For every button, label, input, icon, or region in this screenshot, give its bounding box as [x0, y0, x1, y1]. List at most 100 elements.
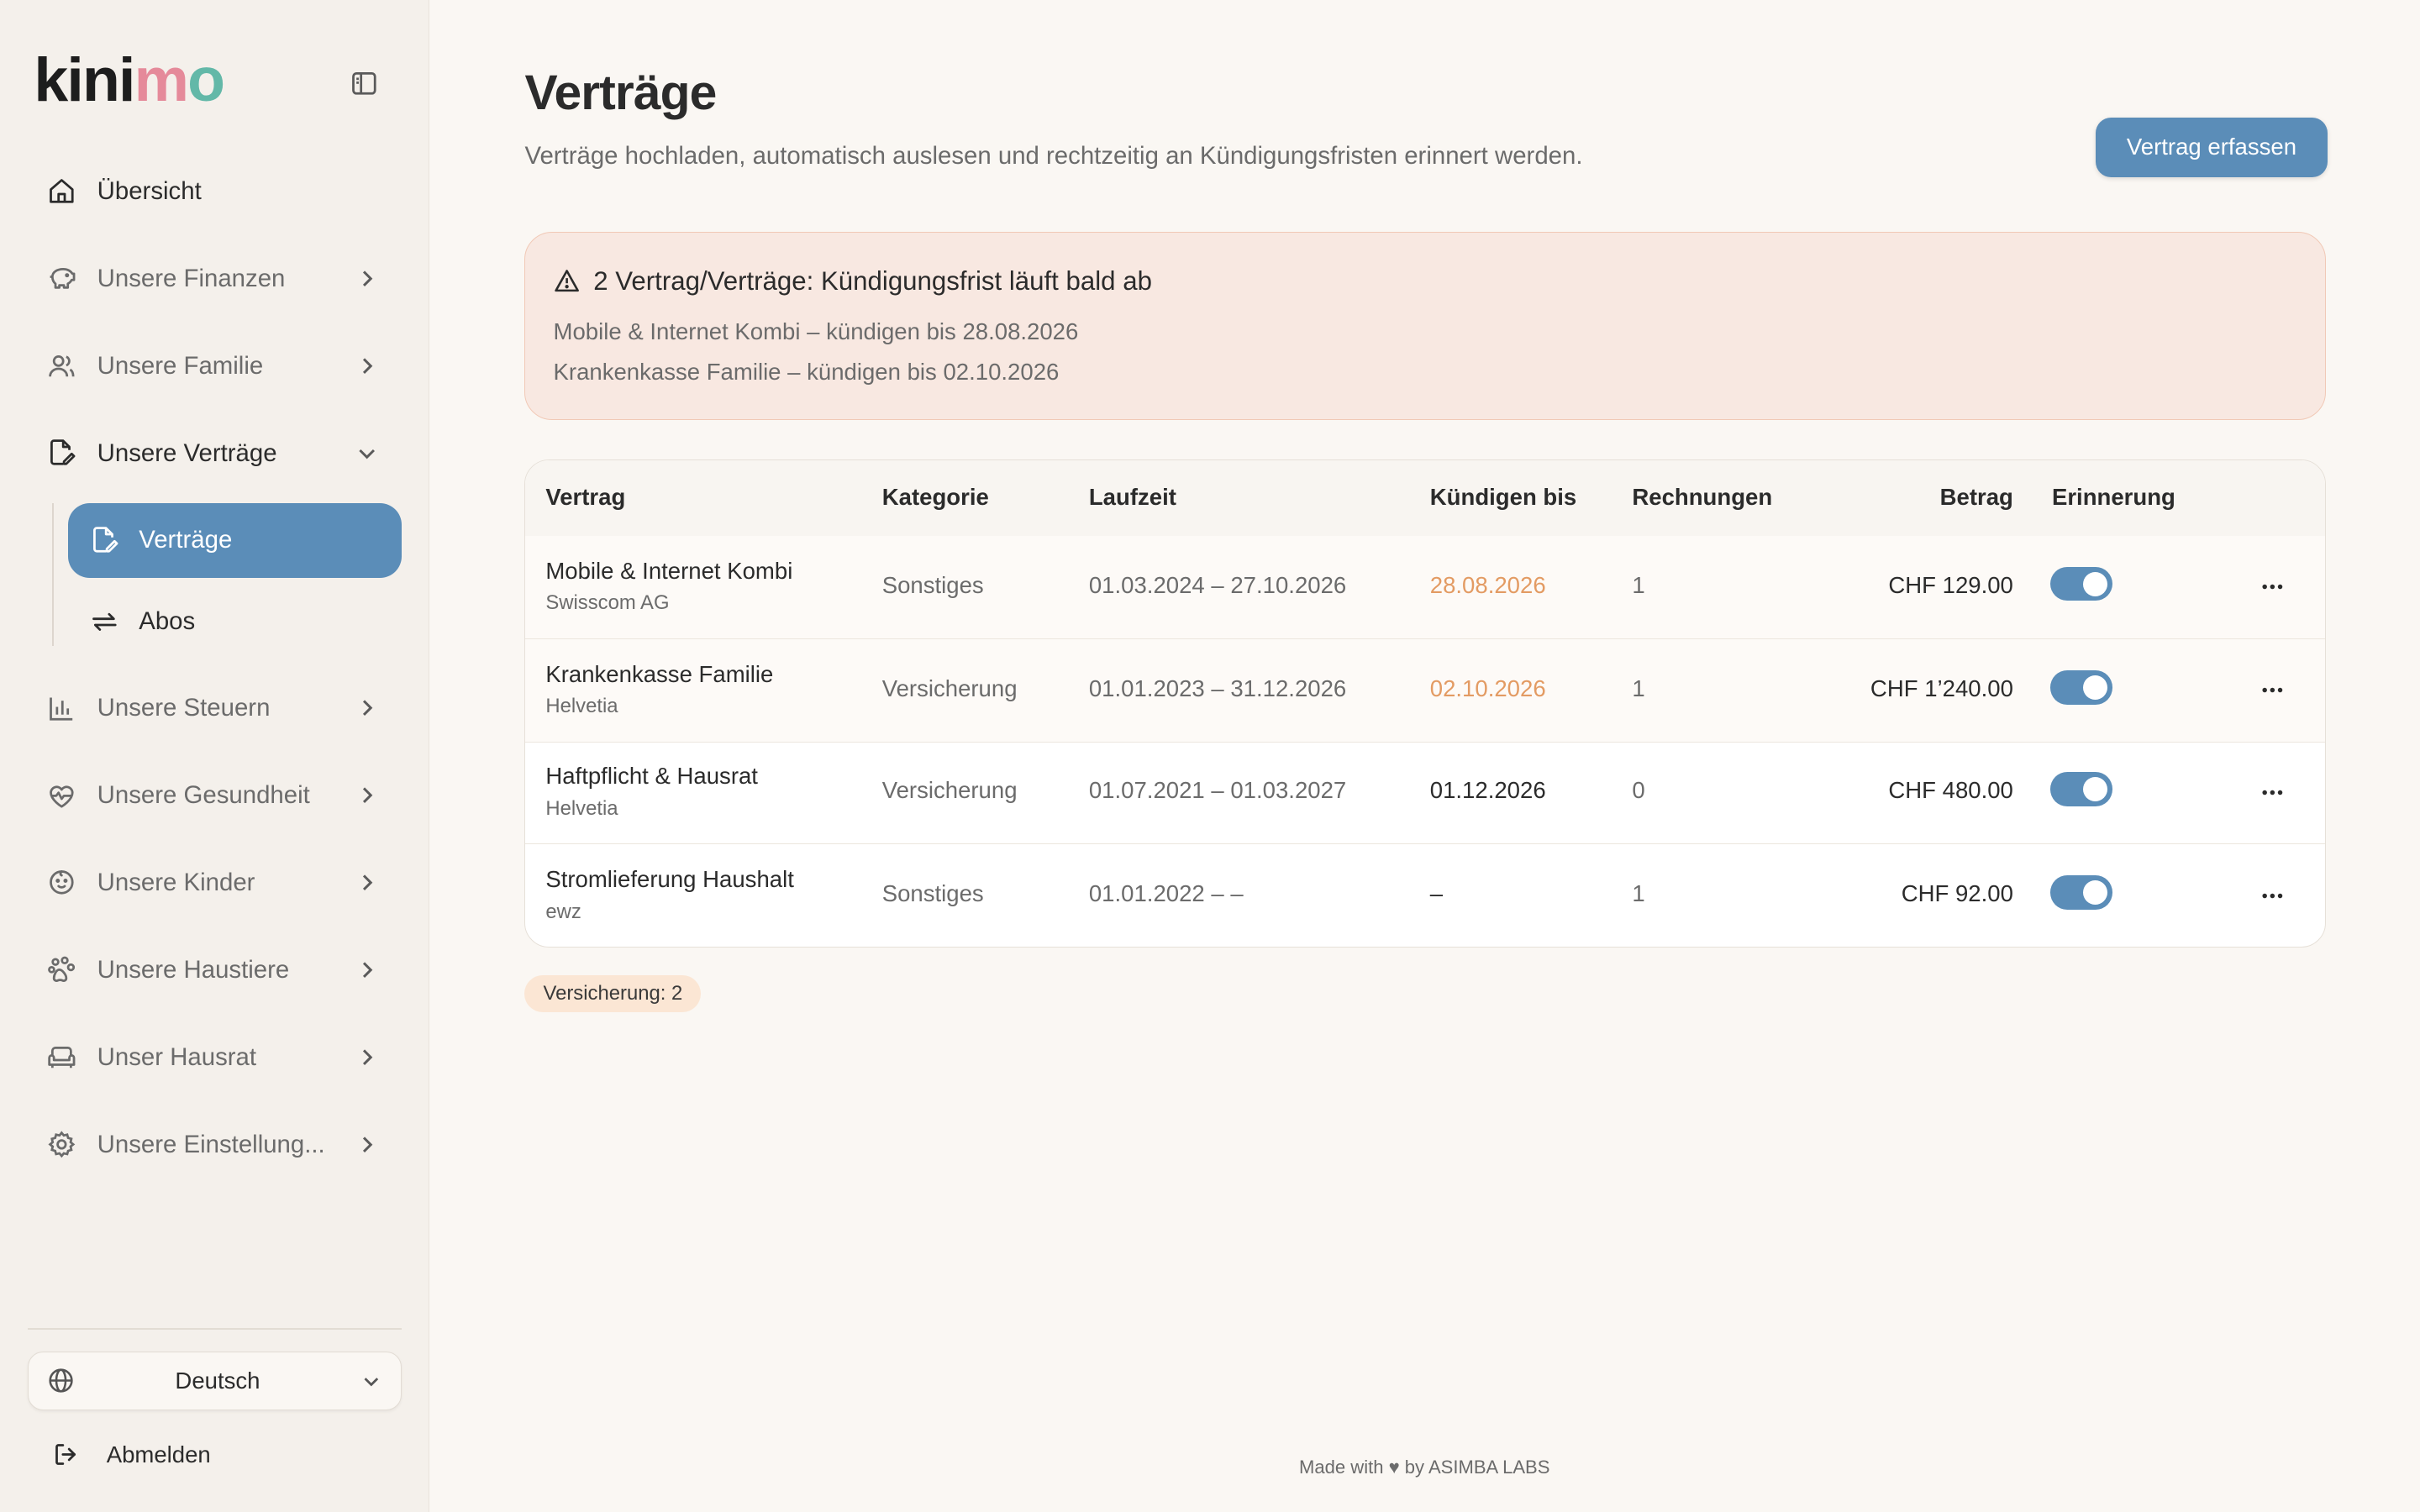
nav-item-vertraege[interactable]: Unsere Verträge: [28, 416, 401, 490]
contract-term: 01.07.2021 – 01.03.2027: [1088, 776, 1347, 803]
sub-item-vertraege[interactable]: Verträge: [67, 503, 402, 578]
chevron-right-icon: [355, 354, 379, 378]
category-filter-badge[interactable]: Versicherung: 2: [524, 974, 702, 1012]
contracts-table: Vertrag Kategorie Laufzeit Kündigen bis …: [524, 459, 2326, 948]
contract-name[interactable]: Krankenkasse Familie: [545, 661, 773, 688]
nav-label: Unsere Finanzen: [97, 264, 286, 292]
col-header-erinnerung[interactable]: Erinnerung: [2052, 484, 2175, 511]
table-row[interactable]: Mobile & Internet Kombi Swisscom AG Sons…: [525, 536, 2325, 639]
chevron-right-icon: [355, 958, 379, 982]
contract-invoices: 1: [1632, 571, 1645, 598]
more-options-icon[interactable]: [2257, 573, 2288, 601]
sidebar: kini m o Übersicht Unsere Finanzen Unsere …: [0, 0, 429, 1512]
nav-item-haustiere[interactable]: Unsere Haustiere: [28, 933, 401, 1007]
toggle-knob: [2082, 776, 2108, 802]
piggy-bank-icon: [46, 263, 77, 294]
contract-invoices: 1: [1632, 675, 1645, 701]
reminder-toggle[interactable]: [2050, 772, 2112, 806]
page-title: Verträge: [524, 66, 717, 121]
chevron-down-icon: [360, 1370, 382, 1392]
table-header: Vertrag Kategorie Laufzeit Kündigen bis …: [525, 460, 2325, 538]
nav-item-familie[interactable]: Unsere Familie: [28, 329, 401, 403]
nav-label: Unsere Steuern: [97, 693, 271, 722]
bar-chart-icon: [46, 693, 77, 724]
contract-provider: Swisscom AG: [545, 591, 670, 615]
logout-button[interactable]: Abmelden: [52, 1438, 211, 1472]
toggle-knob: [2082, 571, 2108, 596]
nav-label: Übersicht: [97, 176, 202, 205]
nav-item-steuern[interactable]: Unsere Steuern: [28, 671, 401, 745]
table-row[interactable]: Haftpflicht & Hausrat Helvetia Versicher…: [525, 742, 2325, 844]
col-header-betrag[interactable]: Betrag: [1940, 484, 2013, 511]
sidebar-toggle-icon[interactable]: [349, 68, 380, 99]
warning-icon: [554, 268, 580, 294]
nav-item-gesundheit[interactable]: Unsere Gesundheit: [28, 759, 401, 832]
contract-name[interactable]: Haftpflicht & Hausrat: [545, 763, 758, 790]
contract-term: 01.01.2022 – –: [1088, 879, 1244, 906]
contract-term: 01.01.2023 – 31.12.2026: [1088, 675, 1347, 701]
logo-text: kini: [34, 45, 135, 115]
chevron-right-icon: [355, 1045, 379, 1069]
more-options-icon[interactable]: [2257, 779, 2288, 806]
file-edit-icon: [89, 525, 120, 556]
logout-icon: [52, 1441, 80, 1468]
table-row[interactable]: Stromlieferung Haushalt ewz Sonstiges 01…: [525, 845, 2324, 947]
paw-icon: [46, 954, 77, 985]
sub-item-label: Abos: [139, 607, 196, 636]
chevron-right-icon: [355, 870, 379, 895]
contract-name[interactable]: Mobile & Internet Kombi: [545, 558, 792, 585]
reminder-toggle[interactable]: [2050, 670, 2112, 705]
page-subtitle: Verträge hochladen, automatisch auslesen…: [524, 141, 1583, 170]
more-options-icon[interactable]: [2257, 882, 2288, 910]
sofa-icon: [46, 1042, 77, 1073]
contract-amount: CHF 1’240.00: [1870, 675, 2013, 701]
main-nav: Übersicht Unsere Finanzen Unsere Familie…: [28, 155, 402, 1195]
repeat-icon: [89, 606, 120, 638]
home-icon: [46, 176, 77, 207]
more-options-icon[interactable]: [2257, 676, 2288, 704]
deadline-alert: 2 Vertrag/Verträge: Kündigungsfrist läuf…: [524, 231, 2326, 420]
reminder-toggle[interactable]: [2050, 567, 2112, 601]
nav-item-finanzen[interactable]: Unsere Finanzen: [28, 242, 401, 316]
nav-label: Unsere Kinder: [97, 868, 255, 896]
contract-category: Sonstiges: [881, 571, 984, 598]
contract-provider: Helvetia: [545, 796, 618, 820]
nav-item-uebersicht[interactable]: Übersicht: [28, 155, 401, 228]
chevron-right-icon: [355, 696, 379, 720]
contract-cancel-by: 28.08.2026: [1429, 571, 1546, 598]
baby-icon: [46, 867, 77, 898]
contract-invoices: 1: [1632, 879, 1645, 906]
heart-pulse-icon: [46, 780, 77, 811]
nav-label: Unsere Einstellung...: [97, 1130, 325, 1158]
toggle-knob: [2082, 675, 2108, 700]
table-row[interactable]: Krankenkasse Familie Helvetia Versicheru…: [525, 639, 2325, 743]
globe-icon: [47, 1367, 75, 1394]
chevron-down-icon: [355, 441, 379, 465]
sub-item-abos[interactable]: Abos: [68, 585, 402, 659]
logo[interactable]: kini m o: [34, 45, 225, 115]
contract-amount: CHF 480.00: [1888, 776, 2013, 803]
language-select[interactable]: Deutsch: [28, 1351, 402, 1410]
add-contract-button[interactable]: Vertrag erfassen: [2096, 117, 2328, 178]
reminder-toggle[interactable]: [2050, 875, 2112, 910]
nav-label: Unsere Haustiere: [97, 955, 290, 984]
col-header-kategorie[interactable]: Kategorie: [882, 484, 989, 511]
contract-name[interactable]: Stromlieferung Haushalt: [545, 866, 794, 893]
alert-title: 2 Vertrag/Verträge: Kündigungsfrist läuf…: [593, 265, 1152, 296]
col-header-rechnungen[interactable]: Rechnungen: [1632, 484, 1772, 511]
col-header-kuendigen[interactable]: Kündigen bis: [1430, 484, 1576, 511]
nav-item-kinder[interactable]: Unsere Kinder: [28, 846, 401, 920]
sidebar-divider: [28, 1328, 402, 1331]
alert-line: Mobile & Internet Kombi – kündigen bis 2…: [553, 318, 1079, 345]
contract-cancel-by: 01.12.2026: [1429, 776, 1546, 803]
chevron-right-icon: [355, 266, 379, 291]
vertraege-subnav: Verträge Abos: [52, 503, 402, 659]
nav-label: Unsere Gesundheit: [97, 780, 310, 809]
col-header-vertrag[interactable]: Vertrag: [545, 484, 625, 511]
col-header-laufzeit[interactable]: Laufzeit: [1089, 484, 1176, 511]
chevron-right-icon: [355, 1132, 379, 1157]
contract-cancel-by: 02.10.2026: [1429, 675, 1546, 701]
nav-item-hausrat[interactable]: Unser Hausrat: [28, 1021, 401, 1095]
users-icon: [46, 350, 77, 381]
nav-item-einstellungen[interactable]: Unsere Einstellung...: [28, 1108, 401, 1182]
